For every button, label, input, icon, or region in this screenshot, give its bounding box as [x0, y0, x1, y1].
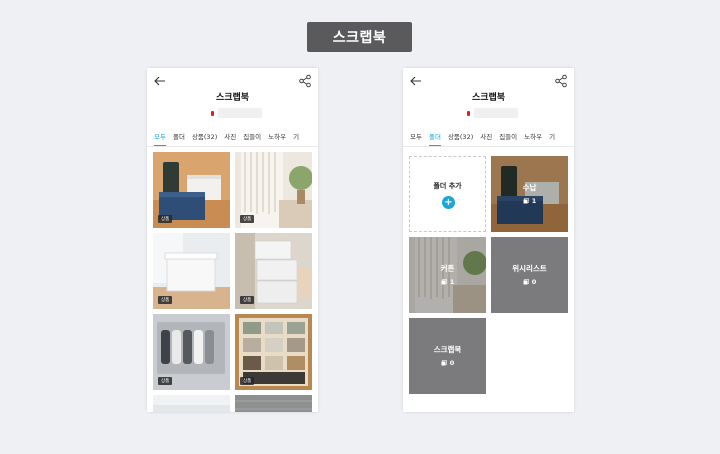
share-icon[interactable]: [554, 74, 568, 88]
folder-card[interactable]: 위시리스트 0: [491, 237, 568, 313]
cover-overlay: [491, 156, 568, 232]
scrapbook-folder-screen: 스크랩북 모두 폴더 상품(32) 사진 집들이 노하우 기 폴더 추가 + 수…: [403, 68, 574, 412]
folder-count: 0: [409, 359, 486, 367]
folder-count-value: 0: [449, 359, 455, 367]
folder-count-value: 1: [531, 197, 537, 205]
bookmark-count-icon: [441, 279, 447, 285]
tab-bar: 모두 폴더 상품(32) 사진 집들이 노하우 기: [147, 126, 318, 147]
product-tag: 상품: [240, 296, 255, 304]
cover-overlay: [409, 237, 486, 313]
scrap-item[interactable]: 상품: [235, 152, 312, 228]
bookmark-count-icon: [523, 198, 529, 204]
tab-products[interactable]: 상품(32): [448, 126, 473, 146]
folder-count: 1: [409, 278, 486, 286]
tab-folder[interactable]: 폴더: [173, 126, 185, 146]
tab-more[interactable]: 기: [549, 126, 555, 146]
add-folder-card[interactable]: 폴더 추가 +: [409, 156, 486, 232]
scrap-item[interactable]: [153, 395, 230, 412]
folder-count-value: 0: [531, 278, 537, 286]
folder-card[interactable]: 수납 1: [491, 156, 568, 232]
product-tag: 상품: [158, 377, 173, 385]
tab-all[interactable]: 모두: [410, 126, 422, 146]
bookmark-count-icon: [441, 360, 447, 366]
product-image: [235, 395, 312, 412]
product-tag: 상품: [158, 296, 173, 304]
folder-card[interactable]: 스크랩북 0: [409, 318, 486, 394]
bookmark-count-icon: [523, 279, 529, 285]
tab-bar: 모두 폴더 상품(32) 사진 집들이 노하우 기: [403, 126, 574, 147]
scrap-item[interactable]: 상품: [153, 152, 230, 228]
share-icon[interactable]: [298, 74, 312, 88]
folder-card[interactable]: 커튼 1: [409, 237, 486, 313]
scrap-item[interactable]: 상품: [235, 233, 312, 309]
tab-folder[interactable]: 폴더: [428, 126, 441, 146]
folder-name: 커튼: [440, 264, 455, 273]
scrap-item[interactable]: 상품: [153, 233, 230, 309]
tab-knowhow[interactable]: 노하우: [524, 126, 542, 146]
plus-icon[interactable]: +: [442, 196, 455, 209]
scrap-item[interactable]: 상품: [153, 314, 230, 390]
product-image: [153, 395, 230, 412]
back-arrow-icon[interactable]: [409, 74, 423, 88]
page-title-badge: 스크랩북: [307, 22, 412, 52]
tab-more[interactable]: 기: [293, 126, 299, 146]
folder-name: 위시리스트: [512, 264, 547, 273]
tab-all[interactable]: 모두: [154, 126, 166, 146]
folder-count: 1: [491, 197, 568, 205]
scrap-item[interactable]: 상품: [235, 314, 312, 390]
profile-name-placeholder: [474, 108, 518, 118]
screen-title: 스크랩북: [471, 93, 506, 103]
profile-avatar: [467, 110, 470, 116]
profile-row: [211, 108, 262, 118]
back-arrow-icon[interactable]: [153, 74, 167, 88]
tab-products[interactable]: 상품(32): [192, 126, 217, 146]
folder-name: 수납: [522, 183, 537, 192]
screen-title: 스크랩북: [215, 93, 250, 103]
tab-housewarming[interactable]: 집들이: [499, 126, 517, 146]
scrap-item[interactable]: [235, 395, 312, 412]
tab-photos[interactable]: 사진: [224, 126, 236, 146]
tab-photos[interactable]: 사진: [480, 126, 492, 146]
product-tag: 상품: [240, 377, 255, 385]
folder-count: 0: [491, 278, 568, 286]
product-tag: 상품: [240, 215, 255, 223]
folder-name: 스크랩북: [433, 345, 462, 354]
profile-name-placeholder: [218, 108, 262, 118]
add-folder-label: 폴더 추가: [433, 182, 462, 190]
folder-count-value: 1: [449, 278, 455, 286]
profile-avatar: [211, 110, 214, 116]
tab-housewarming[interactable]: 집들이: [243, 126, 261, 146]
tab-knowhow[interactable]: 노하우: [268, 126, 286, 146]
profile-row: [467, 108, 518, 118]
scrapbook-all-screen: 스크랩북 모두 폴더 상품(32) 사진 집들이 노하우 기 상품 상품 상품 …: [147, 68, 318, 412]
product-tag: 상품: [158, 215, 173, 223]
